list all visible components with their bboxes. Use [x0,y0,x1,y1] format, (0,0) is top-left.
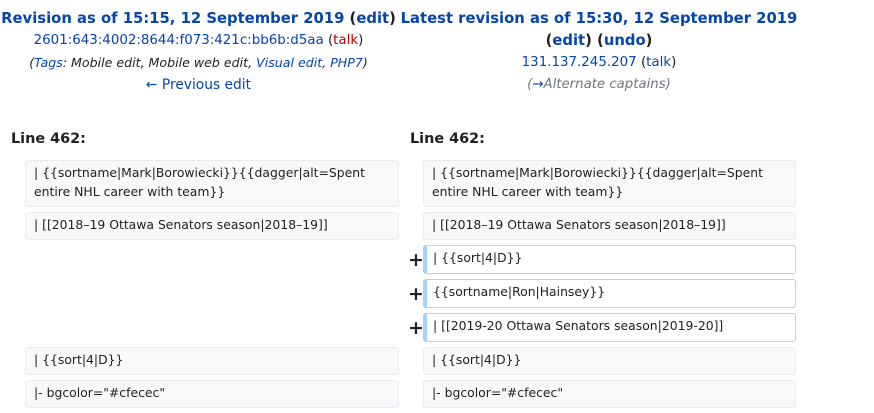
summary-text: Alternate captains [543,77,666,92]
paren-open: ( [597,32,604,49]
paren-close: ) [362,55,368,70]
tag-mobile-edit: Mobile edit [71,55,141,70]
new-revision-actions: (edit) (undo) [400,30,798,52]
old-revision-header: Revision as of 15:15, 12 September 2019 … [0,8,397,96]
new-context-line: | {{sort|4|D}} [423,347,796,375]
paren-close: ) [358,33,364,48]
added-line-marker: + [408,317,424,339]
new-revision-header: Latest revision as of 15:30, 12 Septembe… [400,8,798,96]
paren-close: ) [645,32,653,49]
new-revision-link[interactable]: Latest revision as of 15:30, 12 Septembe… [401,10,798,27]
tag-visual-edit-link[interactable]: Visual edit [256,55,322,70]
old-context-line: |- bgcolor="#cfecec" [25,380,399,408]
added-line-marker: + [408,249,424,271]
new-context-line: | [[2018–19 Ottawa Senators season|2018–… [423,212,796,240]
old-context-line: | {{sort|4|D}} [25,347,399,375]
edit-summary: (→Alternate captains) [400,74,798,96]
new-line-number: Line 462: [410,131,485,147]
old-tags-line: (Tags: Mobile edit, Mobile web edit, Vis… [0,52,397,74]
added-line-marker: + [408,283,424,305]
tag-mobile-web-edit: Mobile web edit [148,55,249,70]
new-context-line: |- bgcolor="#cfecec" [423,380,796,408]
new-context-line: | {{sortname|Mark|Borowiecki}}{{dagger|a… [423,160,796,207]
paren-close: ) [665,77,671,92]
paren-close: ) [389,10,396,27]
undo-link[interactable]: undo [604,32,646,49]
added-line: {{sortname|Ron|Hainsey}} [423,279,796,308]
comma: , [248,55,257,70]
old-user-link[interactable]: 2601:643:4002:8644:f073:421c:bb6b:d5aa [34,33,324,48]
paren-close: ) [671,55,677,70]
comma: , [140,55,149,70]
old-revision-link[interactable]: Revision as of 15:15, 12 September 2019 [1,10,344,27]
tags-link[interactable]: Tags [34,55,63,70]
old-context-line: | [[2018–19 Ottawa Senators season|2018–… [25,212,399,240]
tag-php7-link[interactable]: PHP7 [330,55,363,70]
new-talk-link[interactable]: talk [646,55,671,70]
old-line-number: Line 462: [11,131,86,147]
comma: , [322,55,331,70]
previous-edit-link[interactable]: ← Previous edit [146,77,251,93]
new-user-line: 131.137.245.207 (talk) [400,52,798,74]
previous-edit-line: ← Previous edit [0,74,397,96]
new-edit-link[interactable]: edit [552,32,585,49]
new-revision-title: Latest revision as of 15:30, 12 Septembe… [400,8,798,30]
new-user-link[interactable]: 131.137.245.207 [522,55,637,70]
added-line: | [[2019-20 Ottawa Senators season|2019-… [423,313,796,342]
old-context-line: | {{sortname|Mark|Borowiecki}}{{dagger|a… [25,160,399,207]
section-arrow-link[interactable]: → [532,77,543,92]
old-talk-link[interactable]: talk [333,33,358,48]
old-edit-link[interactable]: edit [356,10,389,27]
added-line: | {{sort|4|D}} [423,245,796,274]
paren-close: ) [585,32,592,49]
old-user-line: 2601:643:4002:8644:f073:421c:bb6b:d5aa (… [0,30,397,52]
old-revision-title: Revision as of 15:15, 12 September 2019 … [0,8,397,30]
colon: : [62,55,72,70]
